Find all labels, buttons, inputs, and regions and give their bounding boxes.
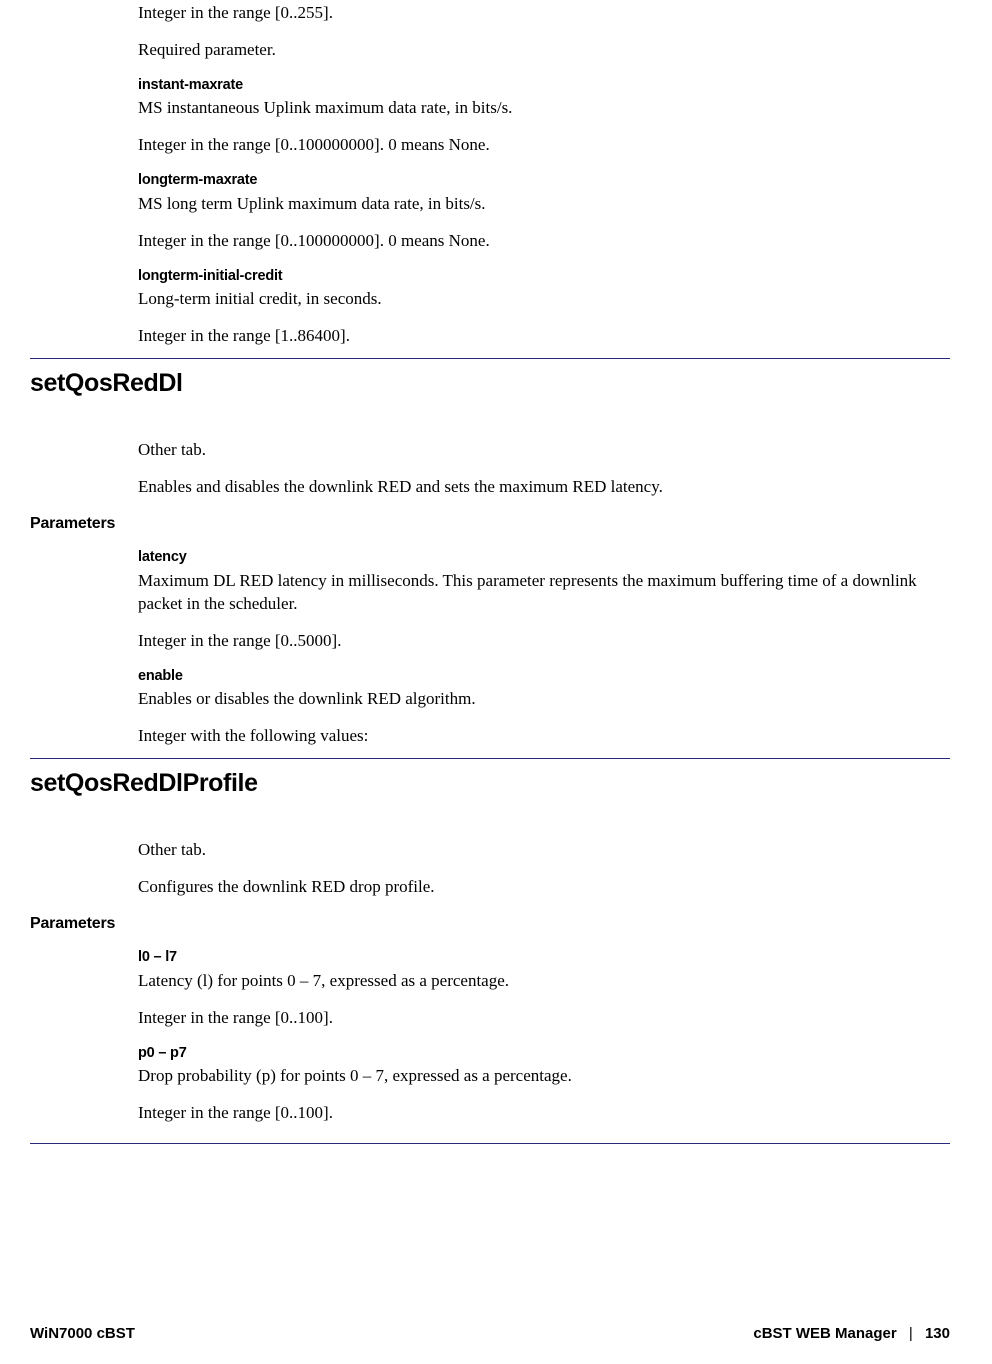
section-desc: Enables and disables the downlink RED an…	[138, 476, 950, 499]
param-name-longterm-maxrate: longterm-maxrate	[138, 171, 950, 191]
section-title-setqosreddlprofile: setQosRedDlProfile	[30, 767, 950, 801]
param-name-longterm-initial-credit: longterm-initial-credit	[138, 267, 950, 287]
param-name-latency: latency	[138, 548, 950, 568]
top-continuation: Integer in the range [0..255]. Required …	[138, 2, 950, 348]
footer-left: WiN7000 cBST	[30, 1324, 135, 1344]
param-name-p0-p7: p0 – p7	[138, 1044, 950, 1064]
param-desc: MS long term Uplink maximum data rate, i…	[138, 193, 950, 216]
section-divider	[30, 358, 950, 359]
param-range: Integer with the following values:	[138, 725, 950, 748]
param-required: Required parameter.	[138, 39, 950, 62]
param-name-instant-maxrate: instant-maxrate	[138, 76, 950, 96]
footer-right: cBST WEB Manager | 130	[753, 1324, 950, 1344]
param-name-enable: enable	[138, 667, 950, 687]
page-content: Integer in the range [0..255]. Required …	[0, 0, 992, 1125]
section-desc: Configures the downlink RED drop profile…	[138, 876, 950, 899]
section-divider	[30, 758, 950, 759]
param-desc: Long-term initial credit, in seconds.	[138, 288, 950, 311]
param-desc: MS instantaneous Uplink maximum data rat…	[138, 97, 950, 120]
section-title-setqosreddl: setQosRedDl	[30, 367, 950, 401]
section-body: Other tab. Enables and disables the down…	[138, 439, 950, 499]
param-desc: Enables or disables the downlink RED alg…	[138, 688, 950, 711]
section-body: Other tab. Configures the downlink RED d…	[138, 839, 950, 899]
param-range: Integer in the range [0..100000000]. 0 m…	[138, 134, 950, 157]
param-range: Integer in the range [0..5000].	[138, 630, 950, 653]
footer-page-number: 130	[925, 1325, 950, 1342]
footer-separator: |	[909, 1325, 913, 1342]
section-tab: Other tab.	[138, 439, 950, 462]
param-range: Integer in the range [0..100].	[138, 1007, 950, 1030]
parameters-body: latency Maximum DL RED latency in millis…	[138, 548, 950, 748]
page-footer: WiN7000 cBST cBST WEB Manager | 130	[30, 1324, 950, 1344]
param-desc: Maximum DL RED latency in milliseconds. …	[138, 570, 950, 616]
footer-divider	[30, 1143, 950, 1144]
param-desc: Drop probability (p) for points 0 – 7, e…	[138, 1065, 950, 1088]
param-range: Integer in the range [0..100000000]. 0 m…	[138, 230, 950, 253]
param-name-l0-l7: l0 – l7	[138, 948, 950, 968]
footer-section-title: cBST WEB Manager	[753, 1325, 896, 1342]
param-desc: Latency (l) for points 0 – 7, expressed …	[138, 970, 950, 993]
parameters-body: l0 – l7 Latency (l) for points 0 – 7, ex…	[138, 948, 950, 1125]
param-range: Integer in the range [0..255].	[138, 2, 950, 25]
section-tab: Other tab.	[138, 839, 950, 862]
param-range: Integer in the range [0..100].	[138, 1102, 950, 1125]
param-range: Integer in the range [1..86400].	[138, 325, 950, 348]
parameters-heading: Parameters	[30, 513, 950, 535]
parameters-heading: Parameters	[30, 913, 950, 935]
